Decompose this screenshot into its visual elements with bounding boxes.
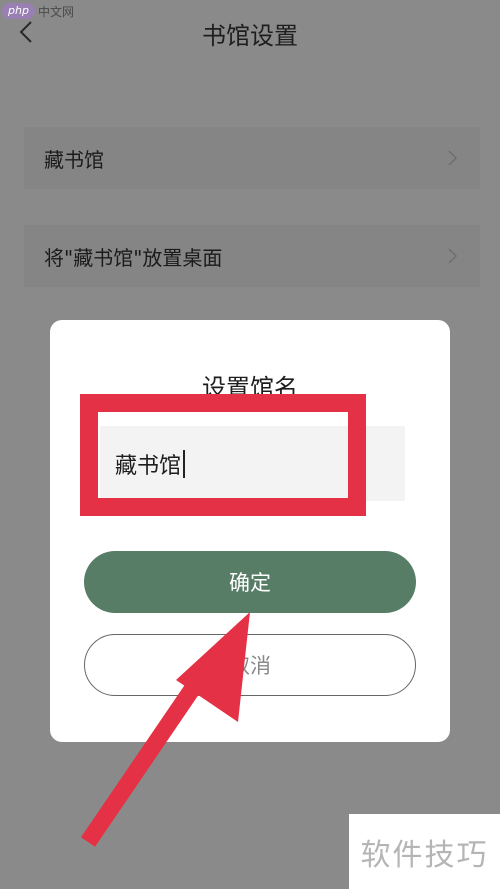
page-title: 书馆设置	[202, 22, 298, 50]
rename-dialog: 设置馆名 藏书馆 确定 取消	[50, 320, 450, 742]
chevron-right-icon	[448, 150, 458, 166]
list-item-add-to-desktop[interactable]: 将"藏书馆"放置桌面	[24, 225, 480, 287]
list-item-label: 将"藏书馆"放置桌面	[44, 245, 223, 270]
screen: php 中文网 书馆设置 藏书馆 将"藏书馆"放置桌面 设置馆名 藏书馆 确定 …	[0, 0, 500, 889]
chevron-right-icon	[448, 248, 458, 264]
watermark-bottom: 软件技巧	[349, 814, 500, 889]
confirm-button[interactable]: 确定	[84, 551, 416, 613]
list-item-library-name[interactable]: 藏书馆	[24, 127, 480, 189]
annotation-highlight-box	[80, 394, 366, 516]
cancel-button[interactable]: 取消	[84, 634, 416, 696]
list-item-label: 藏书馆	[44, 147, 104, 172]
